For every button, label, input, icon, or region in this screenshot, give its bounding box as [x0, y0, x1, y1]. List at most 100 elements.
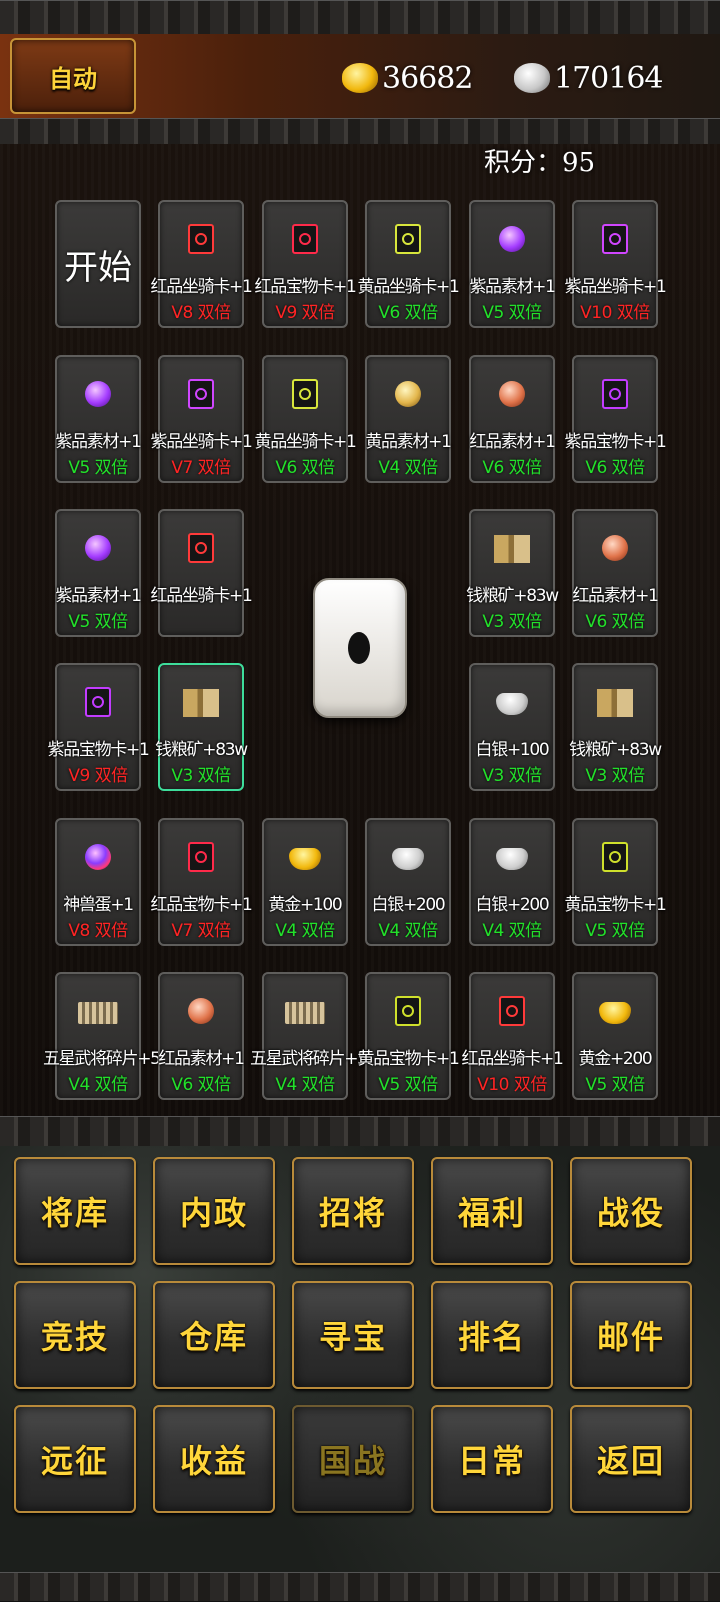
cell-vip-bonus: V3 双倍: [482, 612, 542, 632]
purple-material-icon: [85, 381, 111, 407]
cell-vip-bonus: V9 双倍: [68, 766, 128, 786]
cell-vip-bonus: V8 双倍: [68, 921, 128, 941]
board-cell[interactable]: 红品素材+1 V6 双倍: [158, 972, 245, 1100]
board-cell[interactable]: 紫品宝物卡+1 V9 双倍: [48, 663, 150, 791]
board-cell[interactable]: 红品坐骑卡+1 V10 双倍: [462, 972, 564, 1100]
start-cell[interactable]: 开始: [55, 200, 141, 328]
menu-button[interactable]: 将库: [14, 1157, 136, 1265]
board-cell[interactable]: 紫品宝物卡+1 V6 双倍: [565, 355, 667, 483]
red-material-icon: [602, 535, 628, 561]
board-cell[interactable]: 神兽蛋+1 V8 双倍: [55, 818, 141, 946]
board-cell[interactable]: 五星武将碎片+50 V4 双倍: [43, 972, 170, 1100]
menu-button[interactable]: 排名: [431, 1281, 553, 1389]
board-cell[interactable]: 红品坐骑卡+1 V8 双倍: [151, 200, 253, 328]
cell-reward-label: 紫品素材+1: [55, 586, 142, 606]
cell-vip-bonus: V6 双倍: [585, 612, 645, 632]
cell-reward-label: 黄品坐骑卡+1: [254, 432, 357, 452]
cell-reward-label: 白银+100: [475, 740, 550, 760]
board-cell[interactable]: 黄品坐骑卡+1 V6 双倍: [255, 355, 357, 483]
board-cell[interactable]: 黄金+200 V5 双倍: [572, 972, 658, 1100]
auto-button[interactable]: 自动: [10, 38, 136, 114]
cell-reward-label: 红品坐骑卡+1: [150, 277, 253, 297]
menu-button[interactable]: 招将: [292, 1157, 414, 1265]
board-cell[interactable]: 紫品素材+1 V5 双倍: [55, 355, 142, 483]
cell-reward-label: 白银+200: [475, 895, 550, 915]
cell-reward-label: 白银+200: [371, 895, 446, 915]
cell-reward-label: 紫品坐骑卡+1: [564, 277, 667, 297]
cell-reward-label: 黄品素材+1: [365, 432, 452, 452]
cell-vip-bonus: V9 双倍: [275, 303, 335, 323]
cell-vip-bonus: V5 双倍: [68, 458, 128, 478]
gold-ingot-icon: [599, 1002, 631, 1024]
board-cell[interactable]: 红品素材+1 V6 双倍: [469, 355, 556, 483]
silver-ingot-icon: [392, 848, 424, 870]
cell-vip-bonus: V10 双倍: [477, 1075, 547, 1095]
board-cell[interactable]: 红品宝物卡+1 V9 双倍: [255, 200, 357, 328]
cell-vip-bonus: V6 双倍: [171, 1075, 231, 1095]
cell-vip-bonus: V4 双倍: [378, 921, 438, 941]
purple-treasure-card-icon: [602, 379, 628, 409]
board-cell[interactable]: 红品坐骑卡+1: [151, 509, 253, 637]
board-cell[interactable]: 黄品素材+1 V4 双倍: [365, 355, 452, 483]
board-cell[interactable]: 黄品宝物卡+1 V5 双倍: [565, 818, 667, 946]
menu-button[interactable]: 仓库: [153, 1281, 275, 1389]
menu-button[interactable]: 收益: [153, 1405, 275, 1513]
menu-button[interactable]: 国战: [292, 1405, 414, 1513]
board-cell[interactable]: 白银+100 V3 双倍: [469, 663, 555, 791]
board-cell[interactable]: 紫品坐骑卡+1 V7 双倍: [151, 355, 253, 483]
menu-button[interactable]: 寻宝: [292, 1281, 414, 1389]
menu-button[interactable]: 福利: [431, 1157, 553, 1265]
cell-reward-label: 黄金+100: [268, 895, 343, 915]
menu-button[interactable]: 返回: [570, 1405, 692, 1513]
board-cell[interactable]: 白银+200 V4 双倍: [365, 818, 451, 946]
cell-reward-label: 红品坐骑卡+1: [150, 586, 253, 606]
cell-reward-label: 黄品宝物卡+1: [564, 895, 667, 915]
cell-vip-bonus: V3 双倍: [585, 766, 645, 786]
board-cell[interactable]: 红品宝物卡+1 V7 双倍: [151, 818, 253, 946]
gold-amount: 36682: [382, 60, 473, 96]
red-material-icon: [188, 998, 214, 1024]
cell-vip-bonus: V3 双倍: [171, 766, 231, 786]
board-cell[interactable]: 钱粮矿+83w V3 双倍: [569, 663, 662, 791]
yellow-material-icon: [395, 381, 421, 407]
board-cell[interactable]: 红品素材+1 V6 双倍: [572, 509, 659, 637]
purple-treasure-card-icon: [85, 687, 111, 717]
red-material-icon: [499, 381, 525, 407]
cell-vip-bonus: V10 双倍: [580, 303, 650, 323]
board-cell[interactable]: 黄金+100 V4 双倍: [262, 818, 348, 946]
grain-ore-icon: [597, 689, 633, 717]
cell-reward-label: 神兽蛋+1: [63, 895, 134, 915]
general-shard-icon: [285, 1002, 325, 1024]
gold-currency: 36682: [342, 56, 473, 100]
board-cell[interactable]: 白银+200 V4 双倍: [469, 818, 555, 946]
board-cell[interactable]: 紫品素材+1 V5 双倍: [55, 509, 142, 637]
cell-vip-bonus: V4 双倍: [275, 921, 335, 941]
cell-vip-bonus: V5 双倍: [585, 921, 645, 941]
board-cell[interactable]: 钱粮矿+83w V3 双倍: [155, 663, 248, 791]
dice[interactable]: [313, 578, 407, 718]
menu-button[interactable]: 日常: [431, 1405, 553, 1513]
beast-egg-icon: [85, 844, 111, 870]
cell-reward-label: 红品素材+1: [158, 1049, 245, 1069]
menu-button[interactable]: 邮件: [570, 1281, 692, 1389]
red-treasure-card-icon: [292, 224, 318, 254]
board-cell[interactable]: 紫品素材+1 V5 双倍: [469, 200, 556, 328]
board-cell[interactable]: 黄品坐骑卡+1 V6 双倍: [358, 200, 460, 328]
score-label: 积分：95: [484, 148, 596, 178]
board-cell[interactable]: 黄品宝物卡+1 V5 双倍: [358, 972, 460, 1100]
menu-button[interactable]: 内政: [153, 1157, 275, 1265]
yellow-treasure-card-icon: [395, 996, 421, 1026]
purple-material-icon: [85, 535, 111, 561]
cell-reward-label: 紫品坐骑卡+1: [150, 432, 253, 452]
grain-ore-icon: [183, 689, 219, 717]
board-cell[interactable]: 紫品坐骑卡+1 V10 双倍: [565, 200, 667, 328]
menu-button[interactable]: 战役: [570, 1157, 692, 1265]
menu-button[interactable]: 竞技: [14, 1281, 136, 1389]
menu-button[interactable]: 远征: [14, 1405, 136, 1513]
board-cell[interactable]: 钱粮矿+83w V3 双倍: [466, 509, 559, 637]
board-cell[interactable]: 五星武将碎片+50 V4 双倍: [250, 972, 377, 1100]
cell-vip-bonus: V7 双倍: [171, 458, 231, 478]
cell-reward-label: 五星武将碎片+50: [250, 1049, 377, 1069]
yellow-treasure-card-icon: [602, 842, 628, 872]
red-mount-card-icon: [188, 533, 214, 563]
